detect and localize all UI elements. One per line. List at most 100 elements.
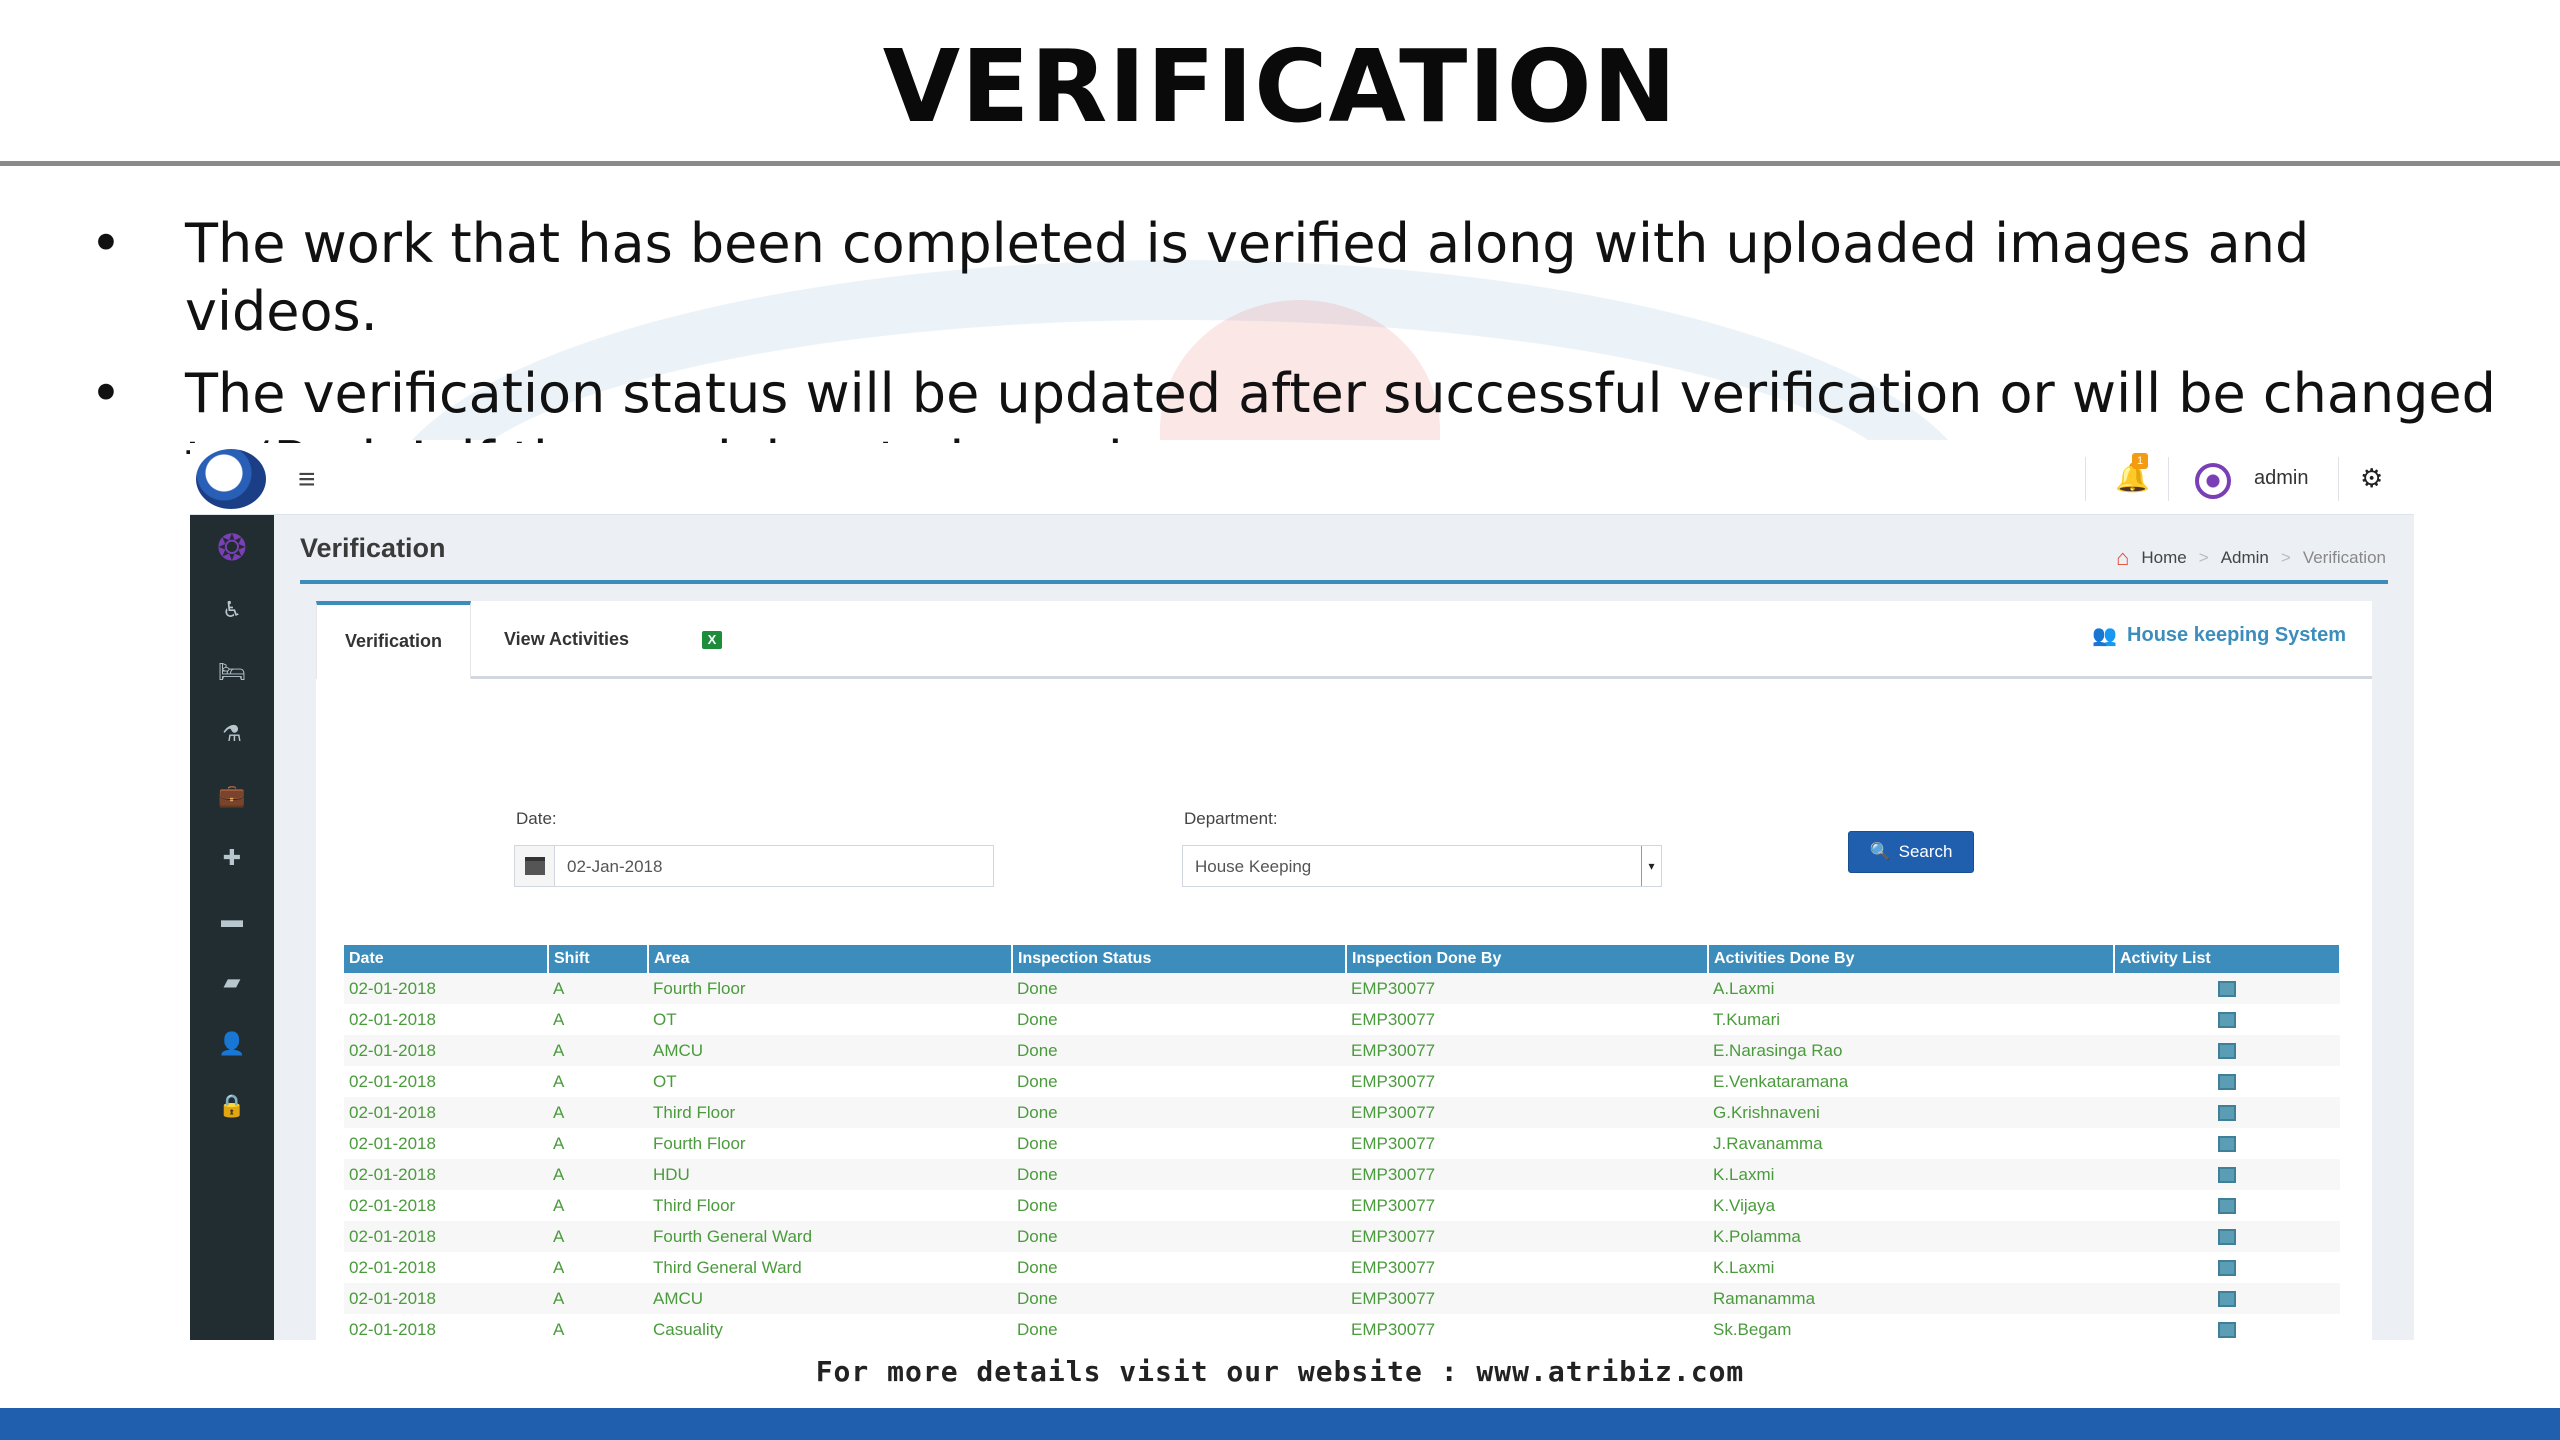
activity-list-icon[interactable] [2218, 1105, 2236, 1122]
search-button-label: Search [1898, 842, 1953, 861]
table-cell: Done [1012, 1190, 1346, 1221]
app-topbar: ≡ 🔔 1 admin ⚙ [190, 443, 2414, 515]
table-cell: 02-01-2018 [344, 1128, 548, 1159]
column-header[interactable]: Activities Done By [1708, 945, 2115, 973]
calendar-icon[interactable] [515, 846, 555, 886]
tab-view-activities[interactable]: View Activities [476, 601, 657, 679]
table-cell: Ramanamma [1708, 1283, 2114, 1314]
table-cell: A [548, 973, 648, 1004]
table-cell: OT [648, 1004, 1012, 1035]
flask-icon[interactable]: ⚗ [190, 721, 274, 747]
table-cell: 02-01-2018 [344, 1004, 548, 1035]
tab-verification[interactable]: Verification [316, 601, 472, 679]
settings-gears-icon[interactable]: ⚙ [2360, 463, 2383, 494]
table-header: Date Shift Area Inspection Status Inspection… [344, 945, 2341, 973]
activity-list-icon[interactable] [2218, 1012, 2236, 1029]
table-row: 02-01-2018 A Third General Ward Done EMP3007… [344, 1252, 2340, 1283]
verification-panel: Verification View Activities X 👥 House k… [316, 601, 2372, 1340]
activity-list-cell [2114, 1128, 2340, 1159]
user-avatar[interactable] [2195, 463, 2231, 499]
date-field[interactable]: 02-Jan-2018 [514, 845, 994, 887]
system-label: 👥 House keeping System [2092, 623, 2346, 648]
table-cell: Done [1012, 1035, 1346, 1066]
table-cell: 02-01-2018 [344, 1283, 548, 1314]
table-cell: EMP30077 [1346, 973, 1708, 1004]
activity-list-icon[interactable] [2218, 1074, 2236, 1091]
column-header[interactable]: Activity List [2114, 945, 2341, 973]
table-cell: 02-01-2018 [344, 973, 548, 1004]
menu-toggle-icon[interactable]: ≡ [298, 463, 316, 497]
column-header[interactable]: Inspection Done By [1346, 945, 1709, 973]
chevron-down-icon[interactable]: ▾ [1641, 846, 1661, 886]
table-cell: 02-01-2018 [344, 1066, 548, 1097]
table-cell: EMP30077 [1346, 1004, 1708, 1035]
wheelchair-icon[interactable]: ♿ [190, 597, 274, 623]
breadcrumb-separator: > [2280, 548, 2291, 567]
table-cell: Done [1012, 1283, 1346, 1314]
briefcase-icon[interactable]: 💼 [190, 783, 274, 809]
column-header[interactable]: Inspection Status [1012, 945, 1347, 973]
column-header[interactable]: Shift [548, 945, 649, 973]
table-cell: A [548, 1314, 648, 1340]
table-row: 02-01-2018 A Third Floor Done EMP30077 K.Vija… [344, 1190, 2340, 1221]
card-icon[interactable]: ▬ [190, 907, 274, 933]
activity-list-icon[interactable] [2218, 981, 2236, 998]
activity-list-icon[interactable] [2218, 1229, 2236, 1246]
brand-icon[interactable]: ❂ [190, 527, 274, 569]
bed-icon[interactable]: 🛏 [190, 659, 274, 685]
ticket-icon[interactable]: ▰ [190, 969, 274, 995]
topbar-divider [2168, 457, 2169, 501]
page-title: Verification [300, 533, 446, 563]
table-cell: Fourth Floor [648, 973, 1012, 1004]
activity-list-cell [2114, 1004, 2340, 1035]
column-header[interactable]: Date [344, 945, 549, 973]
table-cell: A [548, 1004, 648, 1035]
content-area: Verification ⌂ Home > Admin > Verificati… [274, 515, 2414, 1340]
breadcrumb-admin[interactable]: Admin [2221, 548, 2269, 568]
table-cell: K.Polamma [1708, 1221, 2114, 1252]
user-icon[interactable]: 👤 [190, 1031, 274, 1057]
table-row: 02-01-2018 A HDU Done EMP30077 K.Laxmi [344, 1159, 2340, 1190]
user-menu[interactable]: admin [2254, 467, 2308, 490]
table-cell: A [548, 1221, 648, 1252]
users-icon: 👥 [2092, 625, 2118, 647]
excel-export-icon[interactable]: X [702, 631, 722, 649]
medical-kit-icon[interactable]: ✚ [190, 845, 274, 871]
activity-list-icon[interactable] [2218, 1198, 2236, 1215]
title-divider [0, 161, 2560, 166]
department-select[interactable]: House Keeping ▾ [1182, 845, 1662, 887]
table-cell: A [548, 1128, 648, 1159]
activity-list-cell [2114, 1283, 2340, 1314]
table-cell: EMP30077 [1346, 1066, 1708, 1097]
topbar-divider [2085, 457, 2086, 501]
activity-list-icon[interactable] [2218, 1322, 2236, 1339]
activity-list-icon[interactable] [2218, 1136, 2236, 1153]
table-cell: EMP30077 [1346, 1314, 1708, 1340]
activity-list-cell [2114, 1159, 2340, 1190]
activity-list-icon[interactable] [2218, 1043, 2236, 1060]
table-row: 02-01-2018 A Fourth Floor Done EMP30077 J.Rav… [344, 1128, 2340, 1159]
table-cell: Done [1012, 1314, 1346, 1340]
table-cell: Done [1012, 973, 1346, 1004]
activity-list-icon[interactable] [2218, 1291, 2236, 1308]
breadcrumb-home[interactable]: Home [2141, 548, 2186, 568]
app-logo[interactable] [190, 443, 272, 515]
table-body: 02-01-2018 A Fourth Floor Done EMP30077 A.Lax… [344, 973, 2340, 1340]
table-cell: A [548, 1066, 648, 1097]
footer-bar [0, 1408, 2560, 1440]
table-cell: AMCU [648, 1283, 1012, 1314]
table-cell: HDU [648, 1159, 1012, 1190]
lock-icon[interactable]: 🔒 [190, 1093, 274, 1119]
table-cell: Done [1012, 1159, 1346, 1190]
table-cell: Fourth Floor [648, 1128, 1012, 1159]
column-header[interactable]: Area [648, 945, 1013, 973]
search-button[interactable]: 🔍 Search [1848, 831, 1974, 873]
header-divider [300, 580, 2388, 584]
activity-list-icon[interactable] [2218, 1167, 2236, 1184]
activity-list-icon[interactable] [2218, 1260, 2236, 1277]
table-cell: 02-01-2018 [344, 1159, 548, 1190]
table-cell: A.Laxmi [1708, 973, 2114, 1004]
breadcrumb: ⌂ Home > Admin > Verification [2116, 545, 2386, 571]
table-cell: T.Kumari [1708, 1004, 2114, 1035]
bullet-text: The work that has been completed is veri… [185, 212, 2310, 343]
